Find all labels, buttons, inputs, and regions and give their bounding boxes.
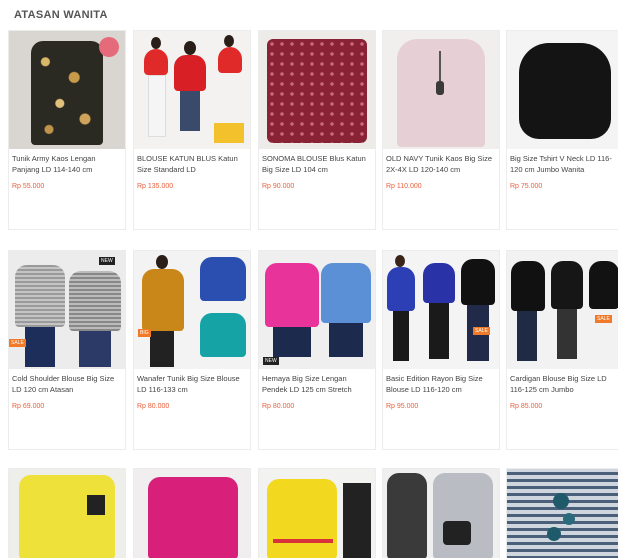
product-card[interactable] [133, 468, 251, 558]
product-card[interactable]: Big Size Tshirt V Neck LD 116-120 cm Jum… [506, 30, 618, 230]
product-grid: Tunik Army Kaos Lengan Panjang LD 114-14… [0, 0, 618, 558]
blue-black-rayon-blouse-icon[interactable]: SALE [383, 251, 499, 369]
product-card[interactable] [258, 468, 376, 558]
product-name[interactable]: Cold Shoulder Blouse Big Size LD 120 cm … [12, 373, 124, 395]
product-price: Rp 90.000 [262, 183, 295, 190]
product-card[interactable]: SALE Cardigan Blouse Big Size LD 116-125… [506, 250, 618, 450]
product-card[interactable]: SONOMA BLOUSE Blus Katun Big Size LD 104… [258, 30, 376, 230]
stripe-floral-top-icon[interactable] [507, 469, 618, 558]
product-price: Rp 110.000 [386, 183, 422, 190]
maroon-floral-blouse-icon[interactable] [259, 31, 375, 149]
product-price: Rp 85.000 [510, 403, 543, 410]
product-price: Rp 69.000 [12, 403, 45, 410]
product-name[interactable]: Tunik Army Kaos Lengan Panjang LD 114-14… [12, 153, 124, 175]
grey-coat-bag-icon[interactable] [383, 469, 499, 558]
product-card[interactable]: SALE Basic Edition Rayon Big Size Blouse… [382, 250, 500, 450]
product-card[interactable]: BIG Wanafer Tunik Big Size Blouse LD 116… [133, 250, 251, 450]
product-price: Rp 95.000 [386, 403, 419, 410]
product-name[interactable]: Basic Edition Rayon Big Size Blouse LD 1… [386, 373, 498, 395]
product-card[interactable]: NEW Hemaya Big Size Lengan Pendek LD 125… [258, 250, 376, 450]
product-name[interactable]: Hemaya Big Size Lengan Pendek LD 125 cm … [262, 373, 374, 395]
pink-tunic-necklace-icon[interactable] [383, 31, 499, 149]
product-price: Rp 80.000 [262, 403, 295, 410]
pink-blue-shirt-icon[interactable]: NEW [259, 251, 375, 369]
product-name[interactable]: Wanafer Tunik Big Size Blouse LD 116-133… [137, 373, 249, 395]
product-card[interactable]: Tunik Army Kaos Lengan Panjang LD 114-14… [8, 30, 126, 230]
product-price: Rp 75.000 [510, 183, 543, 190]
product-card[interactable] [382, 468, 500, 558]
product-card[interactable] [506, 468, 618, 558]
black-cardigan-icon[interactable]: SALE [507, 251, 618, 369]
black-vneck-tshirt-icon[interactable] [507, 31, 618, 149]
product-name[interactable]: Big Size Tshirt V Neck LD 116-120 cm Jum… [510, 153, 618, 175]
product-card[interactable]: OLD NAVY Tunik Kaos Big Size 2X-4X LD 12… [382, 30, 500, 230]
yellow-hoodie-icon[interactable] [9, 469, 125, 558]
product-card[interactable] [8, 468, 126, 558]
product-name[interactable]: SONOMA BLOUSE Blus Katun Big Size LD 104… [262, 153, 374, 175]
red-blouse-models-icon[interactable] [134, 31, 250, 149]
grey-stripe-blouse-icon[interactable]: SALE NEW [9, 251, 125, 369]
product-card[interactable]: BLOUSE KATUN BLUS Katun Size Standard LD… [133, 30, 251, 230]
tunic-army-print-icon[interactable] [9, 31, 125, 149]
product-price: Rp 55.000 [12, 183, 45, 190]
yellow-jacket-icon[interactable] [259, 469, 375, 558]
magenta-blouse-icon[interactable] [134, 469, 250, 558]
product-card[interactable]: SALE NEW Cold Shoulder Blouse Big Size L… [8, 250, 126, 450]
product-name[interactable]: BLOUSE KATUN BLUS Katun Size Standard LD [137, 153, 249, 175]
product-price: Rp 80.000 [137, 403, 170, 410]
product-price: Rp 135.000 [137, 183, 174, 190]
product-name[interactable]: OLD NAVY Tunik Kaos Big Size 2X-4X LD 12… [386, 153, 498, 175]
product-name[interactable]: Cardigan Blouse Big Size LD 116-125 cm J… [510, 373, 618, 395]
mustard-blue-tunic-icon[interactable]: BIG [134, 251, 250, 369]
